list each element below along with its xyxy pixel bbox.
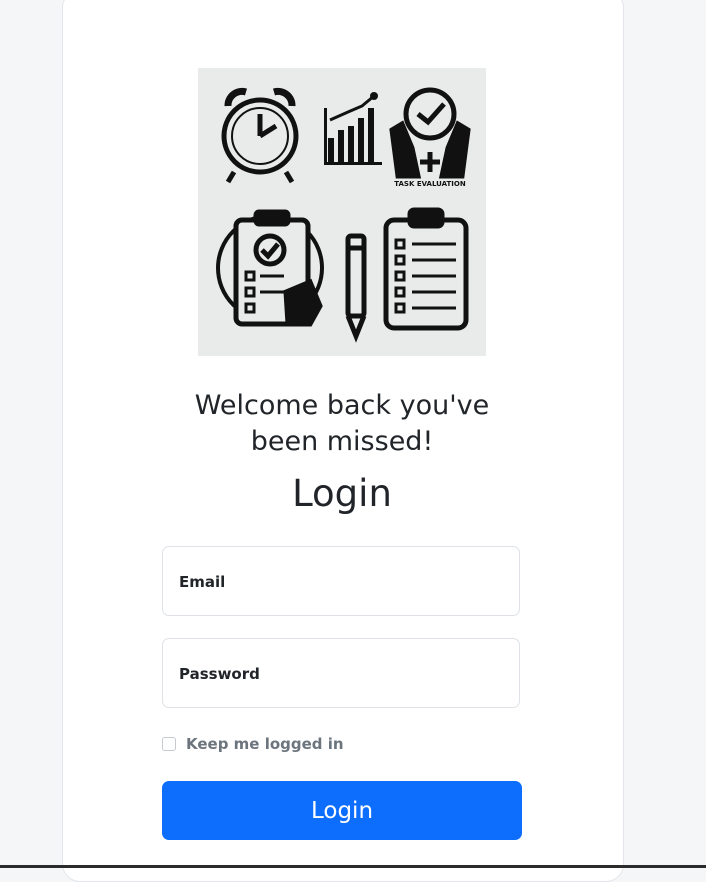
welcome-line-1: Welcome back you've [194, 390, 490, 421]
email-field[interactable]: Email [162, 546, 523, 617]
remember-me-label[interactable]: Keep me logged in [186, 735, 344, 753]
welcome-line-2: been missed! [250, 426, 434, 457]
task-evaluation-illustration: TASK EVALUATION [198, 68, 486, 356]
svg-text:TASK EVALUATION: TASK EVALUATION [394, 180, 466, 188]
password-field[interactable]: Password [162, 638, 523, 709]
page-title: Login [292, 472, 392, 515]
welcome-message: Welcome back you've been missed! [142, 388, 542, 460]
login-button[interactable]: Login [162, 781, 522, 840]
remember-me[interactable]: Keep me logged in [162, 735, 344, 753]
email-label: Email [179, 573, 226, 591]
password-label: Password [179, 665, 260, 683]
clipboard-checklist-icon [216, 209, 324, 327]
remember-me-checkbox[interactable] [162, 737, 176, 751]
